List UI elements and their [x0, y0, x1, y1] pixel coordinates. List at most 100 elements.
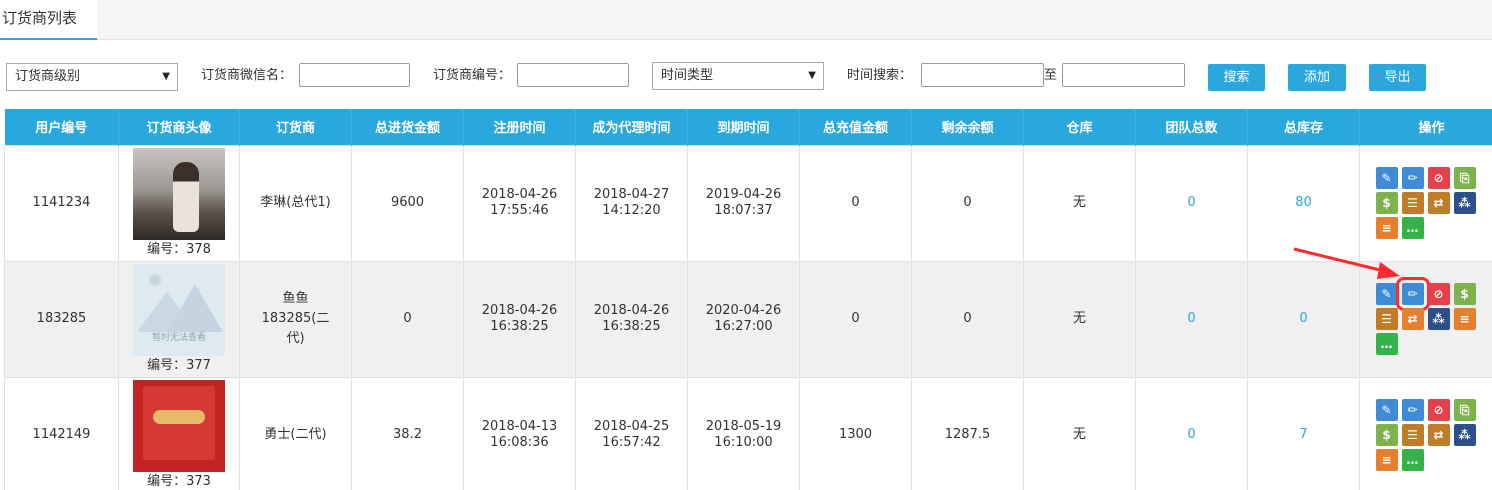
distributor-name-cell: 鱼鱼 183285(二 代) [239, 260, 352, 378]
col-distributor: 订货商 [239, 109, 352, 145]
recharge-icon[interactable]: ⎘ [1453, 399, 1476, 421]
chat-icon[interactable]: … [1401, 449, 1424, 471]
level-select[interactable]: 订货商级别 ▼ [6, 63, 178, 91]
table-row: 183285 暂时无法查看 编号：377 鱼鱼 183285(二 代) 0 20… [4, 260, 1492, 378]
time-type-select-value: 时间类型 [661, 68, 714, 83]
review-icon[interactable]: ✎ [1375, 399, 1398, 421]
total-recharge: 1300 [799, 376, 912, 490]
end-date-input[interactable] [1062, 63, 1185, 87]
search-button[interactable]: 搜索 [1208, 64, 1265, 91]
disable-icon[interactable]: ⊘ [1427, 167, 1450, 189]
register-time-cell: 2018-04-26 17:55:46 [463, 144, 576, 262]
balance: 0 [911, 144, 1024, 262]
recharge-icon[interactable]: ⎘ [1453, 167, 1476, 189]
tab-distributor-list[interactable]: 订货商列表 [0, 0, 97, 40]
team-icon[interactable]: ⁂ [1453, 424, 1476, 446]
col-expire-time: 到期时间 [687, 109, 800, 145]
actions-cell: ✎ ✏ ⊘ ⎘ $ ☰ ⇄ ⁂ ≡ … [1359, 376, 1492, 490]
avatar[interactable] [133, 148, 225, 240]
export-button[interactable]: 导出 [1369, 64, 1426, 91]
total-purchase: 38.2 [351, 376, 464, 490]
balance: 0 [911, 260, 1024, 378]
total-purchase: 9600 [351, 144, 464, 262]
level-select-value: 订货商级别 [15, 69, 81, 84]
col-agent-time: 成为代理时间 [575, 109, 688, 145]
team-icon[interactable]: ⁂ [1427, 308, 1450, 330]
agent-time-cell: 2018-04-25 16:57:42 [575, 376, 688, 490]
money-icon[interactable]: $ [1453, 283, 1476, 305]
agent-time: 16:57:42 [602, 435, 661, 450]
team-total-link[interactable]: 0 [1135, 260, 1248, 378]
agent-time: 16:38:25 [602, 319, 661, 334]
distributor-name: 鱼鱼 [282, 291, 309, 306]
distributor-name-line2: 183285(二 [261, 311, 330, 326]
agent-time-cell: 2018-04-26 16:38:25 [575, 260, 688, 378]
list-icon[interactable]: ☰ [1375, 308, 1398, 330]
col-team-total: 团队总数 [1135, 109, 1248, 145]
distributor-name-line3: 代) [286, 331, 305, 346]
col-balance: 剩余余额 [911, 109, 1024, 145]
order-log-icon[interactable]: ≡ [1453, 308, 1476, 330]
disable-icon[interactable]: ⊘ [1427, 399, 1450, 421]
col-avatar: 订货商头像 [118, 109, 240, 145]
avatar-cell: 编号：373 [118, 376, 240, 490]
agent-time: 14:12:20 [602, 203, 661, 218]
team-icon[interactable]: ⁂ [1453, 192, 1476, 214]
balance: 1287.5 [911, 376, 1024, 490]
money-icon[interactable]: $ [1375, 192, 1398, 214]
wechat-name-input[interactable] [299, 63, 410, 87]
warehouse: 无 [1023, 144, 1136, 262]
order-log-icon[interactable]: ≡ [1375, 217, 1398, 239]
register-date: 2018-04-26 [481, 303, 558, 318]
avatar-cell: 编号：378 [118, 144, 240, 262]
order-log-icon[interactable]: ≡ [1375, 449, 1398, 471]
avatar[interactable] [133, 380, 225, 472]
team-total-link[interactable]: 0 [1135, 144, 1248, 262]
actions-cell: ✎ ✏ ⊘ $ ☰ ⇄ ⁂ ≡ … [1359, 260, 1492, 378]
user-id: 1142149 [4, 376, 119, 490]
start-date-input[interactable] [921, 63, 1044, 87]
total-purchase: 0 [351, 260, 464, 378]
agent-date: 2018-04-25 [593, 419, 670, 434]
total-stock-link[interactable]: 7 [1247, 376, 1360, 490]
review-icon[interactable]: ✎ [1375, 167, 1398, 189]
chat-icon[interactable]: … [1375, 333, 1398, 355]
tab-bar: 订货商列表 [0, 0, 1492, 40]
expire-time-cell: 2019-04-26 18:07:37 [687, 144, 800, 262]
expire-time: 16:27:00 [714, 319, 773, 334]
transfer-icon[interactable]: ⇄ [1401, 308, 1424, 330]
col-register-time: 注册时间 [463, 109, 576, 145]
avatar-placeholder[interactable]: 暂时无法查看 [133, 264, 225, 356]
total-stock-link[interactable]: 80 [1247, 144, 1360, 262]
transfer-icon[interactable]: ⇄ [1427, 192, 1450, 214]
warehouse: 无 [1023, 260, 1136, 378]
disable-icon[interactable]: ⊘ [1427, 283, 1450, 305]
distributor-name: 李琳(总代1) [239, 144, 352, 262]
list-icon[interactable]: ☰ [1401, 192, 1424, 214]
dropdown-arrow-icon: ▼ [162, 71, 170, 82]
time-type-select[interactable]: 时间类型 ▼ [652, 62, 824, 90]
money-icon[interactable]: $ [1375, 424, 1398, 446]
expire-time-cell: 2020-04-26 16:27:00 [687, 260, 800, 378]
expire-date: 2019-04-26 [705, 187, 782, 202]
actions-cell: ✎ ✏ ⊘ ⎘ $ ☰ ⇄ ⁂ ≡ … [1359, 144, 1492, 262]
edit-icon[interactable]: ✏ [1401, 167, 1424, 189]
col-total-recharge: 总充值金额 [799, 109, 912, 145]
add-button[interactable]: 添加 [1288, 64, 1346, 91]
register-date: 2018-04-13 [481, 419, 558, 434]
warehouse: 无 [1023, 376, 1136, 490]
table-header-row: 用户编号 订货商头像 订货商 总进货金额 注册时间 成为代理时间 到期时间 总充… [4, 109, 1492, 145]
chat-icon[interactable]: … [1401, 217, 1424, 239]
expire-date: 2020-04-26 [705, 303, 782, 318]
edit-icon[interactable]: ✏ [1401, 399, 1424, 421]
team-total-link[interactable]: 0 [1135, 376, 1248, 490]
transfer-icon[interactable]: ⇄ [1427, 424, 1450, 446]
edit-icon[interactable]: ✏ [1395, 277, 1430, 311]
review-icon[interactable]: ✎ [1375, 283, 1398, 305]
time-search-label: 时间搜索： [847, 68, 913, 83]
total-stock-link[interactable]: 0 [1247, 260, 1360, 378]
avatar-caption: 编号：377 [147, 358, 211, 373]
expire-time: 18:07:37 [714, 203, 773, 218]
distributor-code-input[interactable] [517, 63, 629, 87]
list-icon[interactable]: ☰ [1401, 424, 1424, 446]
